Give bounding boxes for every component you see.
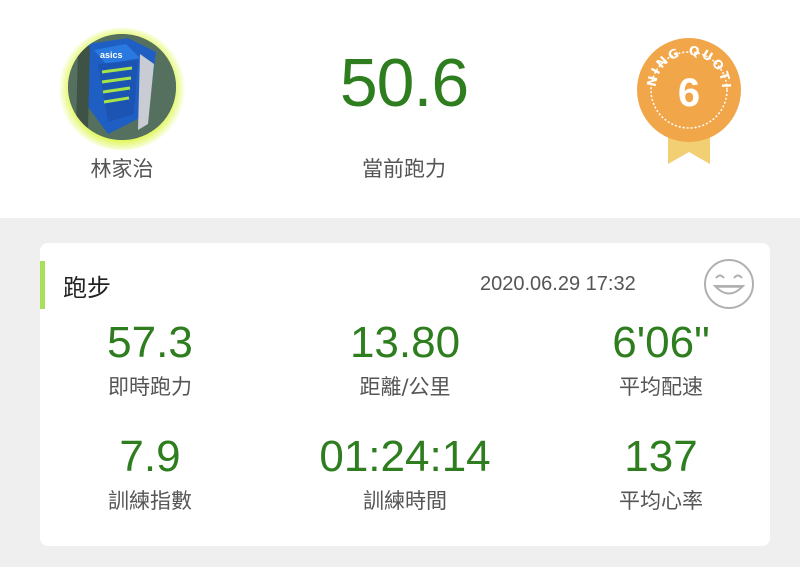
stat-value: 57.3 [107, 318, 193, 367]
stat-label: 距離/公里 [359, 375, 451, 399]
stat-average-heart-rate: 137 平均心率 [546, 431, 776, 515]
badge-number: 6 [678, 71, 700, 115]
current-running-index-value: 50.6 [339, 45, 469, 121]
stat-label: 即時跑力 [108, 375, 192, 399]
stat-training-time: 01:24:14 訓練時間 [290, 431, 520, 515]
stat-training-index: 7.9 訓練指數 [35, 431, 265, 515]
avatar[interactable]: asics [68, 34, 176, 140]
stat-value: 6'06" [612, 318, 710, 367]
stat-value: 7.9 [119, 432, 181, 481]
svg-text:asics: asics [100, 50, 123, 60]
activity-datetime: 2020.06.29 17:32 [480, 273, 636, 295]
activity-type-title: 跑步 [63, 274, 111, 302]
running-quotient-badge-icon[interactable]: RUNNING QUOTIENT 6 [634, 34, 744, 174]
stat-label: 平均配速 [619, 375, 703, 399]
stat-average-pace: 6'06" 平均配速 [546, 317, 776, 401]
stat-instant-running-index: 57.3 即時跑力 [35, 317, 265, 401]
smiley-face-icon[interactable] [702, 257, 756, 311]
stat-label: 訓練指數 [108, 489, 192, 513]
profile-header: asics 林家治 50.6 當前跑力 RUNNING QUOTIENT 6 [0, 0, 800, 218]
stat-distance-km: 13.80 距離/公里 [290, 317, 520, 401]
activity-card[interactable]: 跑步 2020.06.29 17:32 57.3 即時跑力 13.80 距離/公… [40, 243, 770, 546]
user-name: 林家治 [90, 157, 154, 181]
stat-label: 平均心率 [619, 489, 703, 513]
stat-value: 01:24:14 [319, 432, 491, 481]
stat-label: 訓練時間 [363, 489, 447, 513]
shoe-photo-icon: asics [68, 34, 176, 140]
current-running-index-label: 當前跑力 [362, 157, 446, 181]
stat-value: 13.80 [349, 318, 461, 367]
stat-value: 137 [624, 432, 698, 481]
card-accent-bar [40, 261, 45, 309]
